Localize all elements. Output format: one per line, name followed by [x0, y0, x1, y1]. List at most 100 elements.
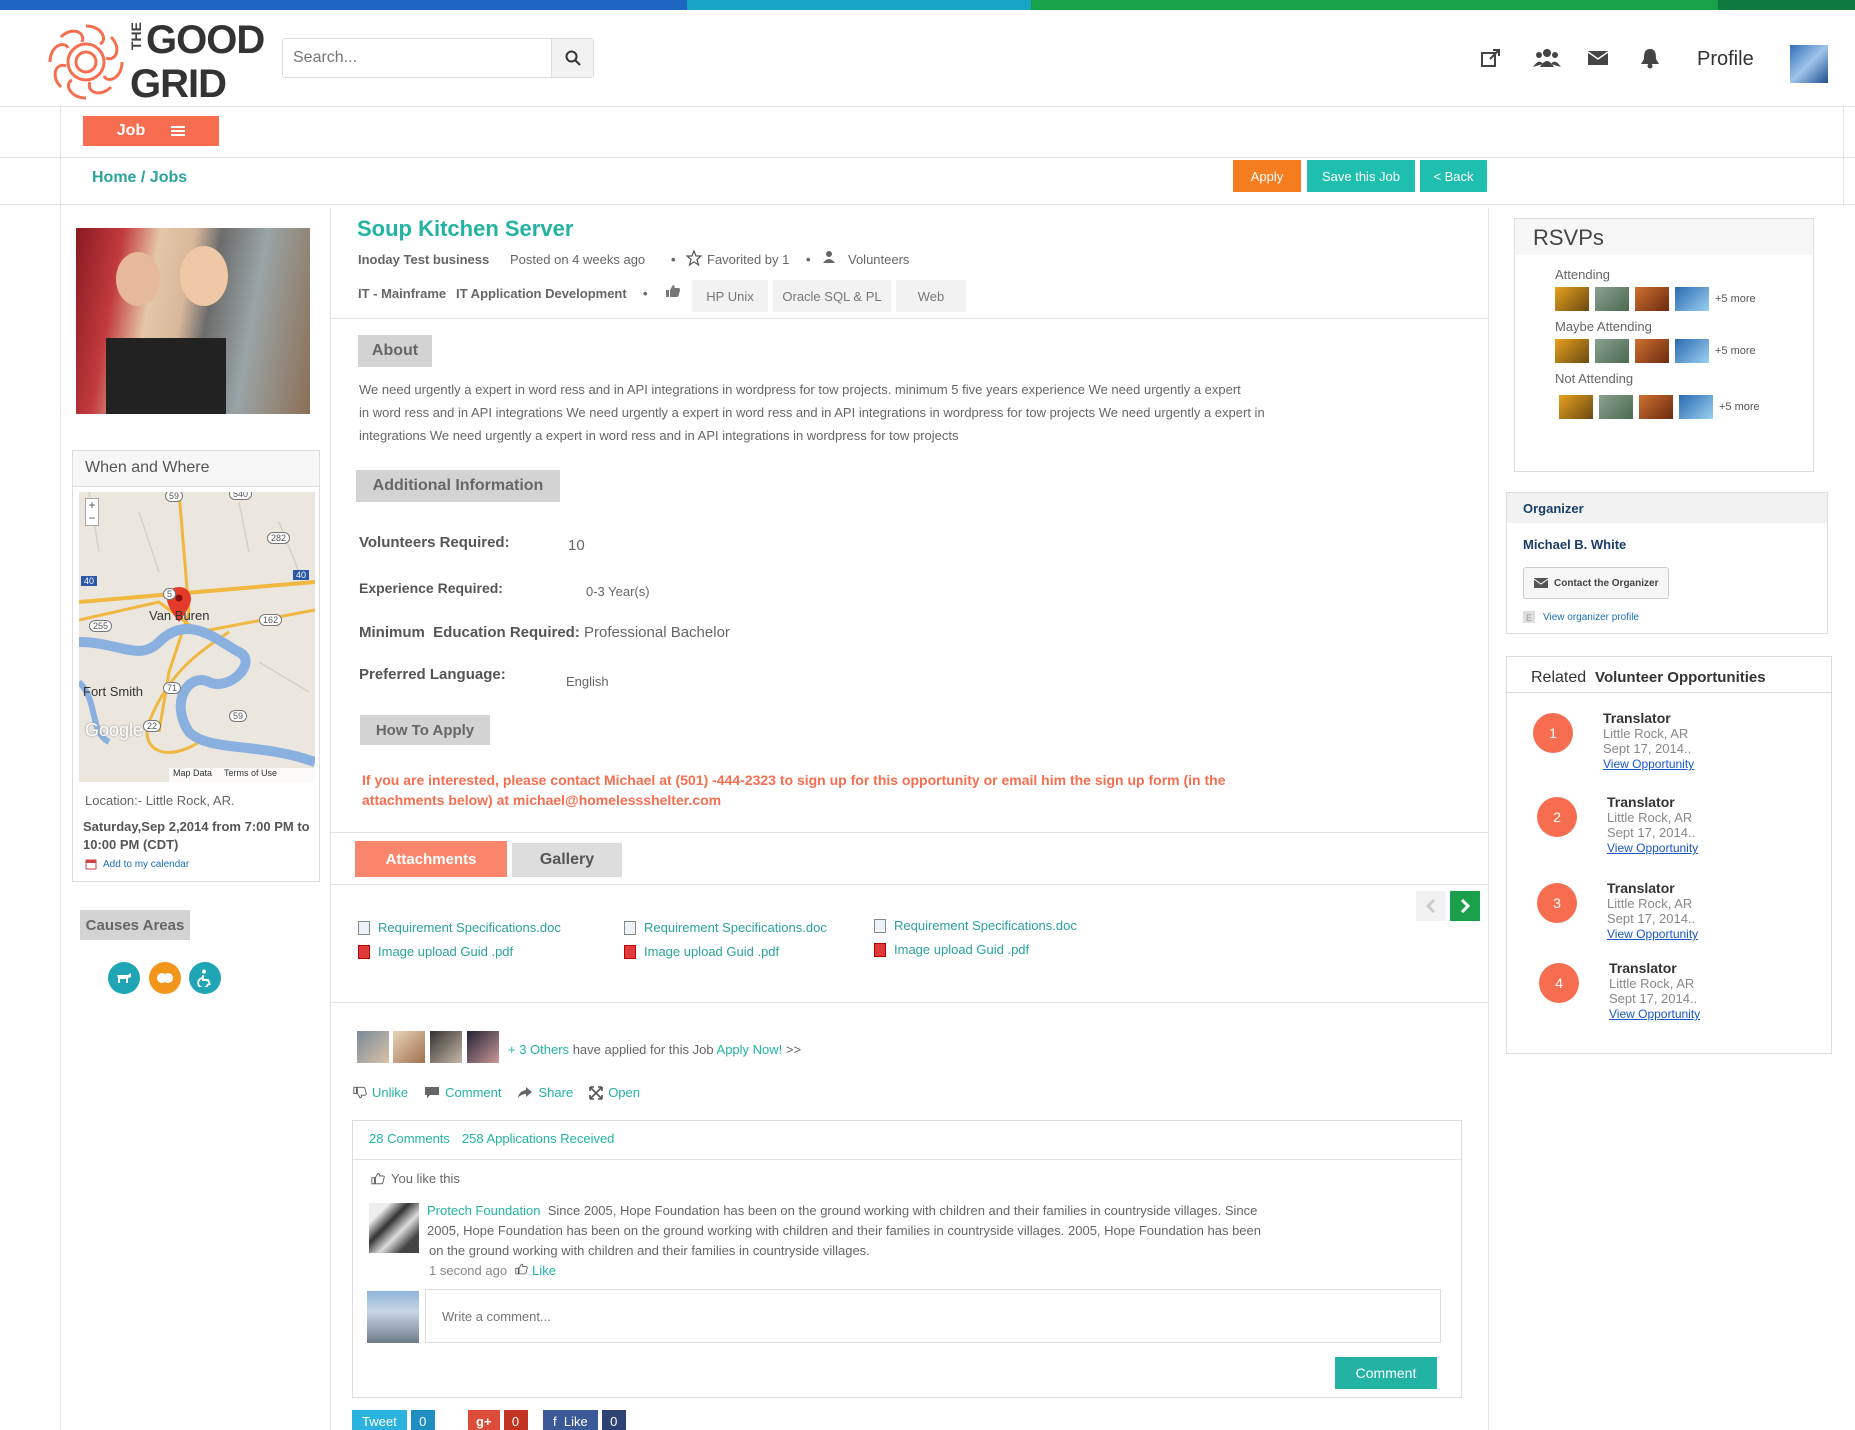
related-item-title[interactable]: Translator: [1609, 960, 1677, 976]
breadcrumb-home[interactable]: Home: [92, 169, 136, 186]
contact-organizer-button[interactable]: Contact the Organizer: [1523, 567, 1669, 599]
maybe-more[interactable]: +5 more: [1715, 345, 1756, 357]
view-opportunity-link[interactable]: View Opportunity: [1607, 927, 1698, 941]
attachment-pdf[interactable]: Image upload Guid .pdf: [624, 944, 779, 959]
attendee-thumb[interactable]: [1635, 287, 1669, 311]
contact-organizer-label: Contact the Organizer: [1554, 577, 1659, 589]
share-button[interactable]: Share: [517, 1085, 573, 1100]
attendee-thumb[interactable]: [1555, 339, 1589, 363]
related-item-title[interactable]: Translator: [1607, 880, 1675, 896]
causes-heading: Causes Areas: [80, 910, 190, 940]
attendee-thumb[interactable]: [1679, 395, 1713, 419]
attachment-pdf[interactable]: Image upload Guid .pdf: [358, 944, 513, 959]
site-logo[interactable]: THE GOOD GRID: [48, 18, 265, 106]
applicant-avatar[interactable]: [430, 1031, 462, 1063]
users-icon[interactable]: [1532, 46, 1562, 70]
tab-attachments[interactable]: Attachments: [355, 841, 507, 877]
bell-icon[interactable]: [1638, 46, 1662, 70]
attendee-thumb[interactable]: [1595, 339, 1629, 363]
top-color-bar: [0, 0, 1855, 10]
attendee-thumb[interactable]: [1595, 287, 1629, 311]
breadcrumb-jobs[interactable]: Jobs: [150, 169, 187, 186]
view-opportunity-link[interactable]: View Opportunity: [1603, 757, 1694, 771]
apply-button[interactable]: Apply: [1233, 160, 1301, 192]
attachment-name: Requirement Specifications.doc: [644, 920, 827, 935]
map-route-40: 40: [81, 576, 98, 586]
star-icon[interactable]: [686, 250, 702, 266]
tag-web[interactable]: Web: [896, 280, 966, 312]
attachment-pdf[interactable]: Image upload Guid .pdf: [874, 942, 1029, 957]
organizer-name[interactable]: Michael B. White: [1523, 537, 1626, 552]
tweet-button[interactable]: Tweet 0: [352, 1410, 435, 1430]
map-data-label[interactable]: Map Data: [173, 768, 212, 782]
attendee-thumb[interactable]: [1559, 395, 1593, 419]
attachment-name: Image upload Guid .pdf: [644, 944, 780, 959]
attendee-thumb[interactable]: [1599, 395, 1633, 419]
related-item-date: Sept 17, 2014..: [1609, 991, 1698, 1006]
applicant-avatar[interactable]: [393, 1031, 425, 1063]
rsvp-maybe-label: Maybe Attending: [1555, 319, 1652, 334]
attending-more[interactable]: +5 more: [1715, 293, 1756, 305]
carousel-next-button[interactable]: [1450, 891, 1480, 921]
not-attending-more[interactable]: +5 more: [1719, 401, 1760, 413]
job-business[interactable]: Inoday Test business: [358, 252, 489, 267]
attendee-thumb[interactable]: [1639, 395, 1673, 419]
map[interactable]: + − Van Buren Fort Smith 59 540 282 40 4…: [79, 492, 315, 782]
tag-hp-unix[interactable]: HP Unix: [692, 280, 768, 312]
attendee-thumb[interactable]: [1635, 339, 1669, 363]
back-button[interactable]: < Back: [1420, 160, 1487, 192]
job-tab[interactable]: Job: [83, 116, 219, 146]
carousel-prev-button[interactable]: [1416, 891, 1446, 921]
related-item-title[interactable]: Translator: [1603, 710, 1671, 726]
post-comment-button[interactable]: Comment: [1335, 1357, 1437, 1389]
user-avatar[interactable]: [1790, 45, 1828, 83]
map-route-5: 5: [163, 588, 177, 600]
search-button[interactable]: [551, 39, 593, 77]
related-item-title[interactable]: Translator: [1607, 794, 1675, 810]
tab-gallery[interactable]: Gallery: [512, 843, 622, 877]
thumbs-up-icon: [666, 285, 681, 297]
applicant-avatar[interactable]: [357, 1031, 389, 1063]
add-calendar-link[interactable]: Add to my calendar: [85, 858, 189, 870]
attendee-thumb[interactable]: [1555, 287, 1589, 311]
community-cause-icon[interactable]: [149, 962, 181, 994]
save-job-button[interactable]: Save this Job: [1307, 160, 1415, 192]
comment-author[interactable]: Protech Foundation: [427, 1203, 540, 1218]
search-input[interactable]: [283, 39, 551, 77]
external-link-icon[interactable]: [1479, 46, 1503, 70]
comment-button[interactable]: Comment: [424, 1085, 501, 1100]
applicant-avatar[interactable]: [467, 1031, 499, 1063]
rsvp-not-attending-label: Not Attending: [1555, 371, 1634, 386]
attendee-thumb[interactable]: [1675, 339, 1709, 363]
tag-oracle[interactable]: Oracle SQL & PL: [773, 280, 891, 312]
divider: [330, 884, 1488, 885]
attachment-doc[interactable]: Requirement Specifications.doc: [358, 920, 561, 935]
animal-cause-icon[interactable]: [108, 962, 140, 994]
view-opportunity-link[interactable]: View Opportunity: [1607, 841, 1698, 855]
facebook-like-button[interactable]: f Like 0: [543, 1410, 626, 1430]
mail-icon[interactable]: [1586, 46, 1610, 70]
comment-like-button[interactable]: Like: [515, 1263, 556, 1278]
comment-input[interactable]: [425, 1289, 1441, 1343]
applications-count[interactable]: 258 Applications Received: [462, 1131, 615, 1146]
attendee-thumb[interactable]: [1675, 287, 1709, 311]
view-organizer-link[interactable]: E View organizer profile: [1523, 611, 1639, 623]
profile-card-icon: E: [1523, 611, 1535, 623]
attachment-doc[interactable]: Requirement Specifications.doc: [624, 920, 827, 935]
unlike-button[interactable]: Unlike: [353, 1085, 408, 1100]
map-zoom-out[interactable]: −: [86, 512, 98, 525]
open-button[interactable]: Open: [589, 1085, 640, 1100]
map-terms-link[interactable]: Terms of Use: [224, 768, 277, 782]
map-route-40: 40: [293, 570, 310, 580]
attachment-doc[interactable]: Requirement Specifications.doc: [874, 918, 1077, 933]
disability-cause-icon[interactable]: [189, 962, 221, 994]
commenter-avatar[interactable]: [369, 1203, 419, 1253]
profile-link[interactable]: Profile: [1697, 48, 1754, 71]
related-item-date: Sept 17, 2014..: [1607, 911, 1696, 926]
comments-count[interactable]: 28 Comments: [369, 1131, 450, 1146]
apply-now-link[interactable]: Apply Now!: [717, 1042, 783, 1057]
chevron-left-icon: [1426, 899, 1436, 913]
others-link[interactable]: + 3 Others: [508, 1042, 569, 1057]
view-opportunity-link[interactable]: View Opportunity: [1609, 1007, 1700, 1021]
gplus-button[interactable]: g+ 0: [468, 1410, 528, 1430]
